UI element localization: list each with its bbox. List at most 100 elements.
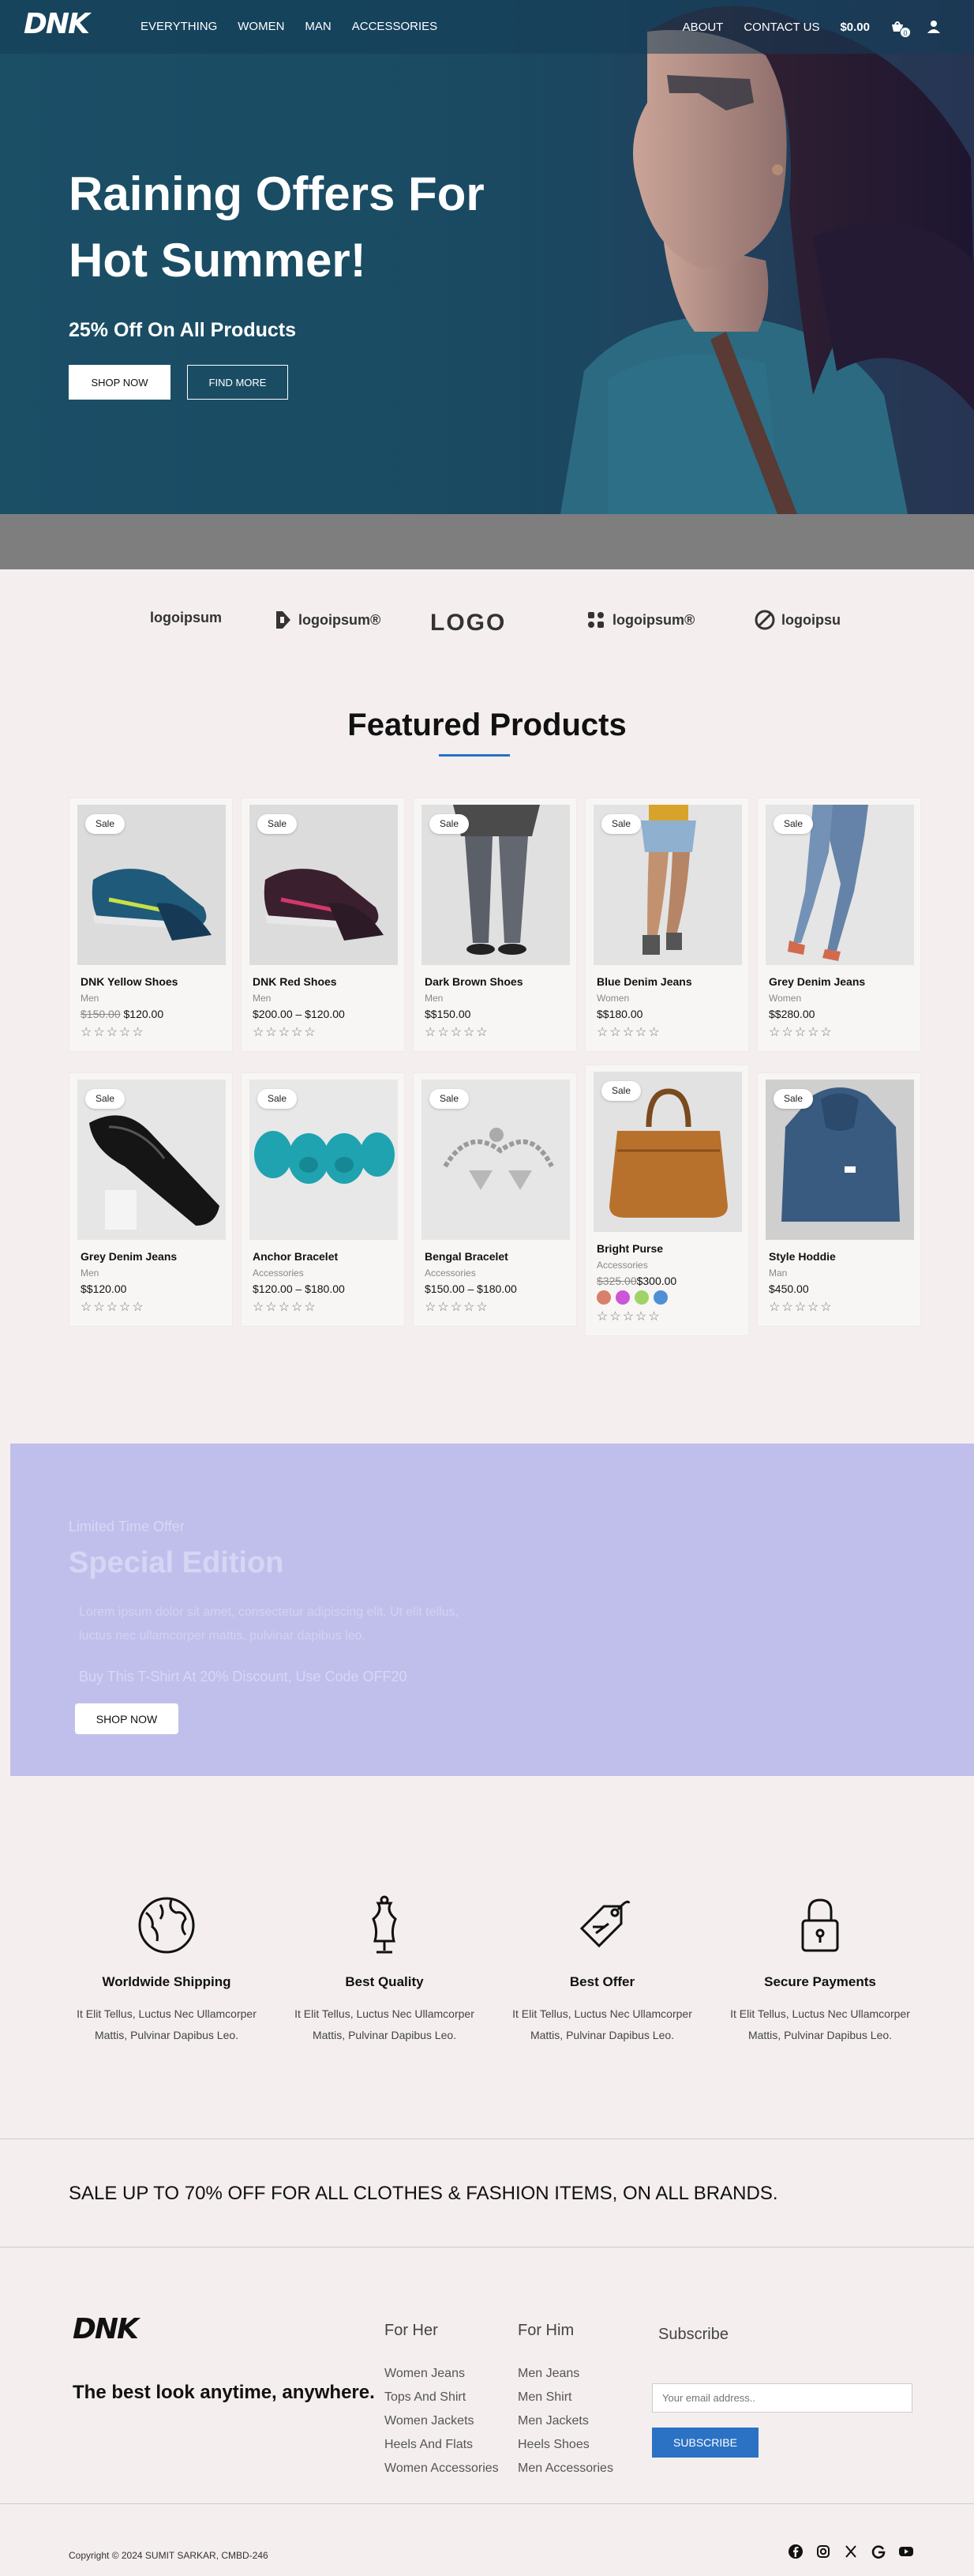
special-offer: Buy This T-Shirt At 20% Discount, Use Co… xyxy=(79,1669,407,1684)
special-title: Special Edition xyxy=(69,1546,284,1579)
nav-man[interactable]: MAN xyxy=(305,20,331,33)
sale-badge: Sale xyxy=(429,814,469,834)
product-name[interactable]: DNK Red Shoes xyxy=(253,975,337,988)
brand-logo-2: logoipsum® xyxy=(275,610,380,630)
instagram-icon[interactable] xyxy=(815,2544,831,2559)
footer-link[interactable]: Heels Shoes xyxy=(518,2433,613,2457)
footer-link[interactable]: Men Jackets xyxy=(518,2409,613,2433)
hero-title: Raining Offers For Hot Summer! xyxy=(69,167,485,287)
site-logo[interactable]: DNK xyxy=(24,8,90,40)
footer-link[interactable]: Men Shirt xyxy=(518,2386,613,2409)
subscribe-button[interactable]: SUBSCRIBE xyxy=(652,2428,759,2458)
cart-icon[interactable]: 0 xyxy=(890,20,911,38)
current-price: $120.00 xyxy=(123,1008,164,1020)
x-icon[interactable] xyxy=(843,2544,859,2559)
footer-link[interactable]: Men Accessories xyxy=(518,2457,613,2480)
google-icon[interactable] xyxy=(871,2544,886,2559)
footer-link[interactable]: Women Jeans xyxy=(384,2362,499,2386)
product-name[interactable]: Grey Denim Jeans xyxy=(769,975,865,988)
product-card[interactable]: Sale DNK Red Shoes Men $200.00 – $120.00… xyxy=(241,798,405,1052)
sale-announcement: SALE UP TO 70% OFF FOR ALL CLOTHES & FAS… xyxy=(0,2139,974,2247)
sale-badge: Sale xyxy=(257,1089,297,1109)
nav-about[interactable]: ABOUT xyxy=(683,21,724,34)
old-price: $150.00 xyxy=(81,1008,121,1020)
user-icon[interactable] xyxy=(927,20,942,34)
youtube-icon[interactable] xyxy=(898,2544,914,2559)
brand-logo-5: logoipsu xyxy=(755,610,841,630)
product-name[interactable]: Bright Purse xyxy=(597,1242,663,1255)
facebook-icon[interactable] xyxy=(788,2544,804,2559)
padlock-icon xyxy=(790,1895,850,1955)
product-card[interactable]: Sale DNK Yellow Shoes Men $150.00 $120.0… xyxy=(69,798,233,1052)
footer-logo[interactable]: DNK xyxy=(73,2313,139,2345)
product-category[interactable]: Accessories xyxy=(253,1267,304,1279)
rating-stars: ☆☆☆☆☆ xyxy=(769,1026,834,1039)
footer-link[interactable]: Men Jeans xyxy=(518,2362,613,2386)
color-swatch[interactable] xyxy=(635,1290,649,1305)
product-card[interactable]: Sale Bengal Bracelet Accessories $150.00… xyxy=(413,1072,577,1327)
product-category[interactable]: Men xyxy=(81,993,99,1004)
rating-stars: ☆☆☆☆☆ xyxy=(253,1301,317,1314)
product-name[interactable]: Anchor Bracelet xyxy=(253,1250,338,1263)
nav-accessories[interactable]: ACCESSORIES xyxy=(352,20,437,33)
product-category[interactable]: Women xyxy=(769,993,801,1004)
product-card[interactable]: Sale Style Hoddie Man $450.00 ☆☆☆☆☆ xyxy=(757,1072,921,1327)
color-swatch[interactable] xyxy=(616,1290,630,1305)
footer-link[interactable]: Heels And Flats xyxy=(384,2433,499,2457)
sale-badge: Sale xyxy=(257,814,297,834)
footer-link[interactable]: Tops And Shirt xyxy=(384,2386,499,2409)
feature-description: It Elit Tellus, Luctus Nec Ullamcorper M… xyxy=(730,2007,910,2041)
footer-link[interactable]: Women Jackets xyxy=(384,2409,499,2433)
product-card[interactable]: Sale Grey Denim Jeans Men $$120.00 ☆☆☆☆☆ xyxy=(69,1072,233,1327)
feature-description: It Elit Tellus, Luctus Nec Ullamcorper M… xyxy=(294,2007,474,2041)
nav-everything[interactable]: EVERYTHING xyxy=(140,20,217,33)
product-name[interactable]: Grey Denim Jeans xyxy=(81,1250,177,1263)
product-category[interactable]: Women xyxy=(597,993,629,1004)
color-swatch[interactable] xyxy=(654,1290,668,1305)
footer-divider xyxy=(0,2503,974,2504)
product-category[interactable]: Men xyxy=(425,993,443,1004)
rating-stars: ☆☆☆☆☆ xyxy=(597,1026,661,1039)
product-category[interactable]: Men xyxy=(81,1267,99,1279)
feature-title: Secure Payments xyxy=(764,1974,876,1989)
sale-badge: Sale xyxy=(85,1089,125,1109)
product-card[interactable]: Sale Dark Brown Shoes Men $$150.00 ☆☆☆☆☆ xyxy=(413,798,577,1052)
product-card[interactable]: Sale Blue Denim Jeans Women $$180.00 ☆☆☆… xyxy=(585,798,749,1052)
product-price: $120.00 – $180.00 xyxy=(253,1282,345,1295)
product-name[interactable]: Dark Brown Shoes xyxy=(425,975,523,988)
product-name[interactable]: Style Hoddie xyxy=(769,1250,836,1263)
footer-for-her: For Her Women Jeans Tops And Shirt Women… xyxy=(384,2322,499,2480)
product-name[interactable]: Bengal Bracelet xyxy=(425,1250,508,1263)
color-swatch[interactable] xyxy=(597,1290,611,1305)
find-more-button[interactable]: FIND MORE xyxy=(187,365,288,400)
product-price: $$120.00 xyxy=(81,1282,127,1295)
sale-badge: Sale xyxy=(601,814,641,834)
product-category[interactable]: Men xyxy=(253,993,271,1004)
special-description: Lorem ipsum dolor sit amet, consectetur … xyxy=(79,1605,459,1643)
feature-description: It Elit Tellus, Luctus Nec Ullamcorper M… xyxy=(77,2007,257,2041)
product-name[interactable]: Blue Denim Jeans xyxy=(597,975,692,988)
shop-now-button[interactable]: SHOP NOW xyxy=(69,365,170,400)
product-card[interactable]: Sale Anchor Bracelet Accessories $120.00… xyxy=(241,1072,405,1327)
email-input[interactable] xyxy=(652,2383,912,2413)
product-card[interactable]: Sale Bright Purse Accessories $325.00$30… xyxy=(585,1065,749,1336)
footer-for-him: For Him Men Jeans Men Shirt Men Jackets … xyxy=(518,2322,613,2480)
footer-link[interactable]: Women Accessories xyxy=(384,2457,499,2480)
product-category[interactable]: Accessories xyxy=(597,1260,648,1271)
product-category[interactable]: Accessories xyxy=(425,1267,476,1279)
product-category[interactable]: Man xyxy=(769,1267,787,1279)
nav-women[interactable]: WOMEN xyxy=(238,20,284,33)
feature-description: It Elit Tellus, Luctus Nec Ullamcorper M… xyxy=(512,2007,692,2041)
subscribe-title: Subscribe xyxy=(658,2326,729,2343)
rating-stars: ☆☆☆☆☆ xyxy=(597,1310,661,1324)
cart-total[interactable]: $0.00 xyxy=(840,21,870,34)
product-card[interactable]: Sale Grey Denim Jeans Women $$280.00 ☆☆☆… xyxy=(757,798,921,1052)
product-price: $325.00$300.00 xyxy=(597,1275,676,1287)
hero-subtitle: 25% Off On All Products xyxy=(69,319,297,341)
special-shop-now-button[interactable]: SHOP NOW xyxy=(75,1703,178,1734)
sale-badge: Sale xyxy=(774,814,813,834)
nav-contact[interactable]: CONTACT US xyxy=(744,21,819,34)
product-name[interactable]: DNK Yellow Shoes xyxy=(81,975,178,988)
brand-logo-1: logoipsum xyxy=(150,610,222,625)
feature-offer: Best Offer It Elit Tellus, Luctus Nec Ul… xyxy=(496,1895,709,2046)
